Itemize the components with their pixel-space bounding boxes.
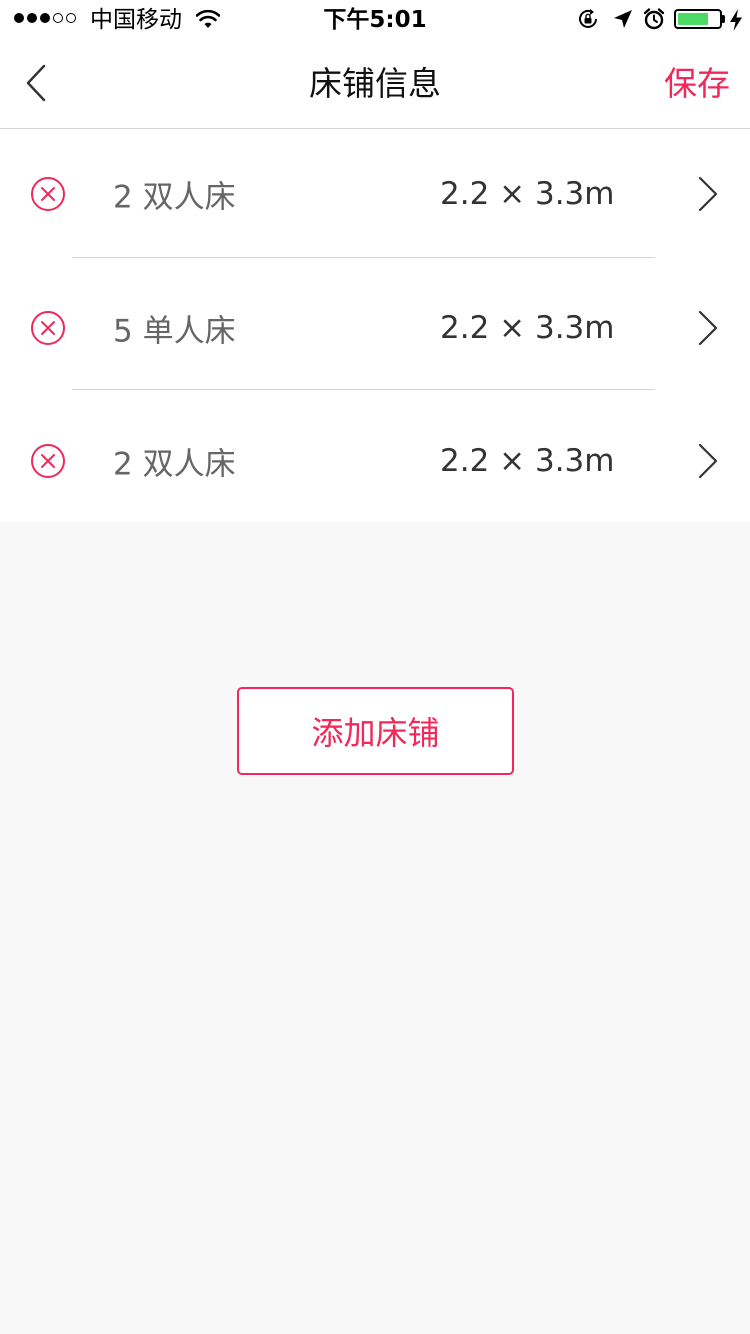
bed-row[interactable]: 2 双人床 2.2 × 3.3m (0, 129, 750, 259)
bed-size: 2.2 × 3.3m (440, 310, 615, 346)
location-icon (614, 10, 632, 28)
remove-circle-icon[interactable] (30, 443, 66, 479)
battery-cap (722, 15, 725, 23)
alarm-icon (643, 8, 665, 30)
bed-type: 2 双人床 (113, 179, 236, 216)
clock: 下午5:01 (323, 7, 427, 33)
remove-circle-icon[interactable] (30, 310, 66, 346)
bed-size: 2.2 × 3.3m (440, 443, 615, 479)
status-bar: 中国移动 下午5:01 (0, 0, 750, 40)
chevron-right-icon (698, 176, 718, 212)
chevron-right-icon (698, 310, 718, 346)
add-bed-button[interactable]: 添加床铺 (237, 687, 514, 775)
bed-list: 2 双人床 2.2 × 3.3m 5 单人床 2.2 × 3.3m 2 双人床 … (0, 129, 750, 522)
bed-row[interactable]: 5 单人床 2.2 × 3.3m (0, 263, 750, 393)
save-button[interactable]: 保存 (664, 62, 730, 106)
battery-icon (674, 9, 722, 29)
page-title: 床铺信息 (309, 64, 441, 103)
bed-row[interactable]: 2 双人床 2.2 × 3.3m (0, 396, 750, 526)
row-divider (72, 389, 655, 390)
chevron-right-icon (698, 443, 718, 479)
row-divider (72, 257, 655, 258)
charging-icon (730, 9, 742, 31)
navigation-bar: 床铺信息 保存 (0, 40, 750, 129)
remove-circle-icon[interactable] (30, 176, 66, 212)
rotation-lock-icon (579, 9, 597, 28)
bed-type: 2 双人床 (113, 446, 236, 483)
bed-size: 2.2 × 3.3m (440, 176, 615, 212)
battery-level (678, 13, 708, 25)
bed-type: 5 单人床 (113, 313, 236, 350)
